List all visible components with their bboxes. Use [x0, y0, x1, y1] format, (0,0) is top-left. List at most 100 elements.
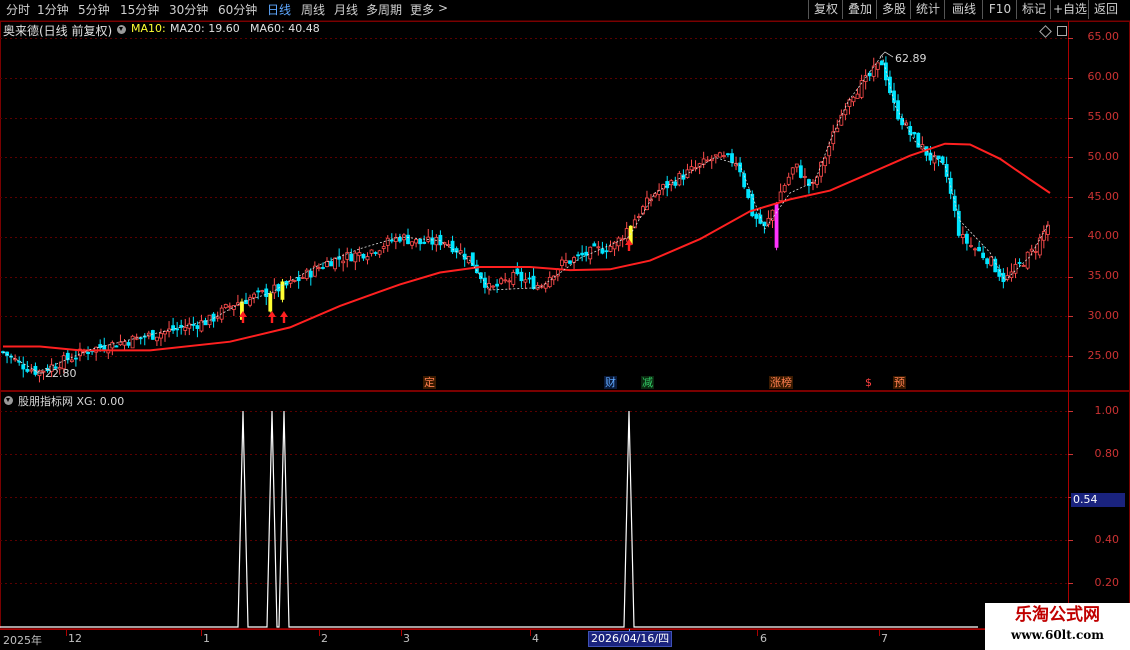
price-tick: 50.00	[1087, 150, 1120, 163]
candle-body	[722, 155, 726, 157]
candle-body	[333, 257, 338, 270]
event-tag-top-list[interactable]: 涨榜	[769, 376, 793, 389]
candle-body	[645, 197, 649, 211]
candle-body	[430, 237, 435, 245]
event-tag-placement[interactable]: 定	[423, 376, 436, 389]
candle-body	[511, 272, 516, 285]
candle-body	[677, 173, 682, 186]
time-label: 7	[881, 632, 888, 645]
time-label: 1	[203, 632, 210, 645]
candle-body	[794, 163, 799, 168]
event-tag-dollar[interactable]: $	[864, 376, 873, 389]
window-square-icon[interactable]	[1057, 26, 1067, 36]
kline-chart[interactable]	[0, 0, 1130, 650]
candle-body	[195, 325, 200, 329]
event-tag-forecast[interactable]: 预	[893, 376, 906, 389]
candle-body	[114, 345, 119, 348]
candle-body	[604, 250, 609, 253]
time-label: 6	[760, 632, 767, 645]
candle-body	[365, 256, 370, 261]
candle-body	[827, 146, 832, 157]
candle-body	[341, 260, 346, 264]
candle-body	[86, 351, 90, 355]
candle-body	[385, 237, 390, 246]
candle-body	[29, 369, 34, 372]
candle-body	[523, 279, 528, 283]
candle-body	[150, 330, 155, 340]
candle-body	[353, 252, 358, 263]
zigzag-line	[2, 54, 1049, 373]
candle-body	[879, 60, 884, 66]
candle-body	[69, 359, 74, 363]
candle-body	[835, 127, 840, 133]
price-tick: 45.00	[1087, 190, 1120, 203]
main-panel-frame	[0, 21, 1130, 391]
candle-body	[717, 152, 722, 158]
price-tick: 30.00	[1087, 309, 1120, 322]
candle-body	[531, 275, 536, 290]
candle-body	[410, 241, 414, 246]
candle-body	[499, 278, 504, 284]
candle-body	[754, 213, 759, 219]
candle-body	[790, 167, 795, 175]
candle-body	[815, 176, 819, 185]
watermark-url: www.60lt.com	[1011, 628, 1104, 642]
watermark-title: 乐淘公式网	[1015, 605, 1100, 625]
candle-body	[608, 246, 613, 252]
candle-body	[786, 176, 791, 185]
candle-body	[74, 357, 78, 360]
candle-body	[478, 272, 483, 280]
candle-body	[823, 157, 828, 167]
candle-body	[564, 260, 568, 263]
candle-body	[847, 99, 852, 107]
candle-body	[110, 342, 115, 349]
candle-body	[973, 248, 977, 251]
event-tag-reduce[interactable]: 减	[641, 376, 654, 389]
candle-body	[25, 368, 30, 372]
candle-body	[653, 193, 657, 197]
candle-body	[130, 335, 135, 349]
candle-body	[750, 193, 755, 217]
low-price-label: 22.80	[45, 367, 77, 380]
candle-body	[495, 283, 500, 287]
candle-body	[503, 279, 508, 282]
candle-body	[325, 261, 329, 267]
dropdown-circle-icon[interactable]	[117, 25, 126, 34]
cursor-value-badge: 0.54	[1071, 493, 1125, 507]
price-tick: 40.00	[1087, 229, 1120, 242]
time-label: 2025年	[3, 634, 42, 647]
ma20-label: MA20: 19.60	[170, 22, 240, 35]
candle-body	[912, 131, 917, 135]
candle-body	[985, 258, 990, 265]
candle-body	[855, 93, 860, 99]
candle-body	[434, 237, 439, 246]
candle-body	[507, 280, 512, 283]
candle-body	[819, 161, 823, 177]
ma60-label: MA60: 40.48	[250, 22, 320, 35]
candle-body	[487, 283, 491, 290]
candle-body	[321, 267, 325, 269]
selected-date-label: 2026/04/16/四	[588, 631, 673, 647]
ma60-line	[3, 142, 1051, 352]
candle-body	[738, 162, 742, 173]
indicator-tick: 0.40	[1094, 533, 1120, 546]
price-tick: 65.00	[1087, 30, 1120, 43]
indicator-tick: 0.20	[1094, 576, 1120, 589]
candle-body	[580, 252, 585, 256]
candle-body	[268, 293, 273, 312]
candle-body	[272, 284, 277, 294]
candle-body	[940, 156, 945, 164]
candle-body	[308, 270, 313, 278]
candle-body	[977, 246, 981, 252]
candle-body	[1033, 250, 1038, 253]
candle-body	[746, 189, 751, 198]
price-tick: 35.00	[1087, 269, 1120, 282]
indicator-dropdown-icon[interactable]	[4, 396, 13, 405]
stock-title: 奥来德(日线 前复权)	[3, 24, 113, 38]
candle-body	[381, 246, 386, 249]
candle-body	[782, 185, 787, 193]
event-tag-finance[interactable]: 财	[604, 376, 617, 389]
candle-body	[418, 238, 423, 245]
candle-body	[491, 285, 495, 288]
time-label: 12	[68, 632, 82, 645]
